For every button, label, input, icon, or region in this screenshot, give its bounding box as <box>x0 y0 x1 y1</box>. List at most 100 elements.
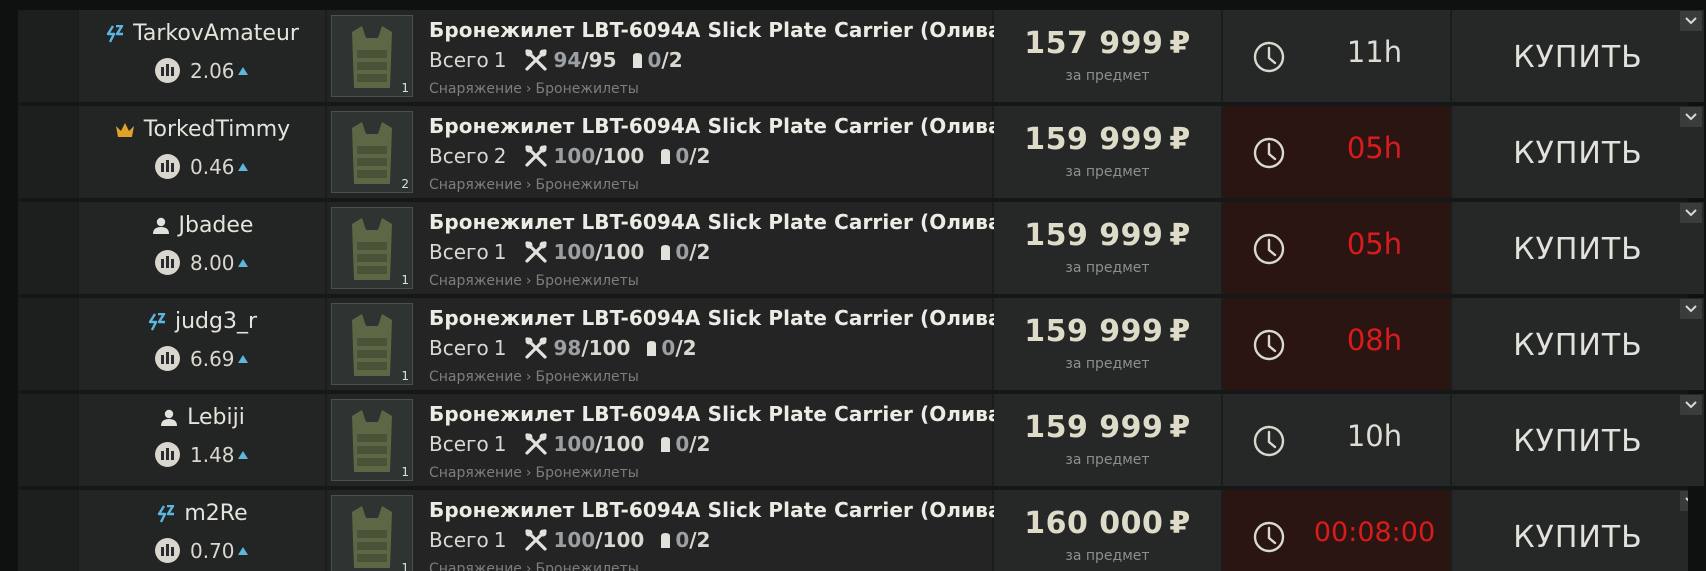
seller-cell[interactable]: judg3_r 6.69 <box>79 298 325 390</box>
expand-button[interactable] <box>1680 395 1702 415</box>
expand-button[interactable] <box>1680 11 1702 31</box>
item-stack-count: 1 <box>401 273 409 287</box>
item-title[interactable]: Бронежилет LBT-6094A Slick Plate Carrier… <box>429 498 1011 522</box>
offer-row[interactable]: judg3_r 6.69 1 Бронежилет LBT-6094A Slic… <box>18 298 1704 390</box>
rating-badge-icon <box>155 538 180 563</box>
buy-button[interactable]: КУПИТЬ <box>1452 298 1704 390</box>
item-cell[interactable]: 1 Бронежилет LBT-6094A Slick Plate Carri… <box>327 202 1011 294</box>
plate-slots-current: 0 <box>675 528 690 552</box>
seller-name[interactable]: TarkovAmateur <box>133 21 299 46</box>
price-amount: 159 999 <box>1024 122 1164 157</box>
item-thumbnail[interactable]: 1 <box>331 15 413 97</box>
plate-carrier-icon <box>352 506 392 568</box>
time-remaining: 00:08:00 <box>1313 517 1436 548</box>
row-spacer <box>18 10 77 102</box>
durability-max: /100 <box>595 528 645 552</box>
item-title[interactable]: Бронежилет LBT-6094A Slick Plate Carrier… <box>429 210 1011 234</box>
chevron-down-icon <box>1685 305 1697 313</box>
item-title[interactable]: Бронежилет LBT-6094A Slick Plate Carrier… <box>429 402 1011 426</box>
person-icon <box>152 217 169 234</box>
time-cell: 05h <box>1223 106 1450 198</box>
item-cell[interactable]: 1 Бронежилет LBT-6094A Slick Plate Carri… <box>327 298 1011 390</box>
seller-rating: 6.69 <box>190 346 235 371</box>
price-amount: 159 999 <box>1024 314 1164 349</box>
up-arrow-icon <box>238 546 248 555</box>
durability-max: /95 <box>581 48 617 72</box>
plate-slots-max: /2 <box>661 48 683 72</box>
buy-button[interactable]: КУПИТЬ <box>1452 10 1704 102</box>
plate-carrier-icon <box>352 122 392 184</box>
item-thumbnail[interactable]: 1 <box>331 399 413 481</box>
chevron-down-icon <box>1685 113 1697 121</box>
item-category-breadcrumb: Снаряжение › Бронежилеты <box>429 273 639 289</box>
crown-icon <box>115 122 134 137</box>
buy-button[interactable]: КУПИТЬ <box>1452 490 1688 571</box>
plate-slots-current: 0 <box>675 432 690 456</box>
price-cell: 157 999 ₽ за предмет <box>994 10 1221 102</box>
expand-button[interactable] <box>1680 299 1702 319</box>
up-arrow-icon <box>238 66 248 75</box>
chevron-down-icon <box>1685 17 1697 25</box>
plate-slots-max: /2 <box>689 144 711 168</box>
item-category-breadcrumb: Снаряжение › Бронежилеты <box>429 561 639 571</box>
seller-rating: 1.48 <box>190 442 235 467</box>
buy-label[interactable]: КУПИТЬ <box>1452 424 1704 459</box>
item-thumbnail[interactable]: 1 <box>331 495 413 571</box>
bolt-icon <box>106 24 124 43</box>
offer-row[interactable]: Jbadee 8.00 1 Бронежилет LBT-6094A Slick… <box>18 202 1704 294</box>
price-per-unit-label: за предмет <box>1065 260 1150 276</box>
buy-label[interactable]: КУПИТЬ <box>1452 136 1704 171</box>
seller-cell[interactable]: m2Re 0.70 <box>79 490 325 571</box>
currency-symbol: ₽ <box>1169 314 1191 349</box>
price-per-unit-label: за предмет <box>1065 548 1150 564</box>
total-value: 1 <box>493 336 507 360</box>
buy-label[interactable]: КУПИТЬ <box>1452 520 1688 555</box>
offer-row[interactable]: m2Re 0.70 1 Бронежилет LBT-6094A Slick P… <box>18 490 1688 571</box>
wrench-icon <box>524 144 548 168</box>
expand-button[interactable] <box>1680 107 1702 127</box>
seller-cell[interactable]: TorkedTimmy 0.46 <box>79 106 325 198</box>
category-label: Снаряжение <box>429 273 522 289</box>
expand-button[interactable] <box>1680 491 1688 511</box>
price-per-unit-label: за предмет <box>1065 164 1150 180</box>
buy-label[interactable]: КУПИТЬ <box>1452 232 1704 267</box>
total-label: Всего <box>429 528 489 552</box>
time-remaining: 10h <box>1346 419 1403 453</box>
item-title[interactable]: Бронежилет LBT-6094A Slick Plate Carrier… <box>429 306 1011 330</box>
item-thumbnail[interactable]: 2 <box>331 111 413 193</box>
item-cell[interactable]: 1 Бронежилет LBT-6094A Slick Plate Carri… <box>327 490 1011 571</box>
total-value: 1 <box>493 48 507 72</box>
seller-name[interactable]: m2Re <box>184 501 247 526</box>
price-cell: 159 999 ₽ за предмет <box>994 298 1221 390</box>
item-cell[interactable]: 2 Бронежилет LBT-6094A Slick Plate Carri… <box>327 106 1011 198</box>
seller-cell[interactable]: Lebiji 1.48 <box>79 394 325 486</box>
seller-cell[interactable]: TarkovAmateur 2.06 <box>79 10 325 102</box>
row-spacer <box>18 298 77 390</box>
offer-row[interactable]: Lebiji 1.48 1 Бронежилет LBT-6094A Slick… <box>18 394 1704 486</box>
price-amount: 157 999 <box>1024 26 1164 61</box>
seller-name[interactable]: TorkedTimmy <box>144 117 290 142</box>
item-cell[interactable]: 1 Бронежилет LBT-6094A Slick Plate Carri… <box>327 394 1011 486</box>
item-cell[interactable]: 1 Бронежилет LBT-6094A Slick Plate Carri… <box>327 10 1011 102</box>
seller-name[interactable]: Lebiji <box>187 405 245 430</box>
buy-button[interactable]: КУПИТЬ <box>1452 106 1704 198</box>
item-thumbnail[interactable]: 1 <box>331 207 413 289</box>
total-value: 1 <box>493 528 507 552</box>
offer-row[interactable]: TarkovAmateur 2.06 1 Бронежилет LBT-6094… <box>18 10 1704 102</box>
buy-button[interactable]: КУПИТЬ <box>1452 202 1704 294</box>
up-arrow-icon <box>238 258 248 267</box>
seller-cell[interactable]: Jbadee 8.00 <box>79 202 325 294</box>
item-title[interactable]: Бронежилет LBT-6094A Slick Plate Carrier… <box>429 18 1011 42</box>
item-thumbnail[interactable]: 1 <box>331 303 413 385</box>
buy-label[interactable]: КУПИТЬ <box>1452 40 1704 75</box>
durability-current: 98 <box>553 336 582 360</box>
buy-button[interactable]: КУПИТЬ <box>1452 394 1704 486</box>
expand-button[interactable] <box>1680 203 1702 223</box>
price-amount: 159 999 <box>1024 218 1164 253</box>
seller-rating: 8.00 <box>190 250 235 275</box>
buy-label[interactable]: КУПИТЬ <box>1452 328 1704 363</box>
item-title[interactable]: Бронежилет LBT-6094A Slick Plate Carrier… <box>429 114 1011 138</box>
seller-name[interactable]: Jbadee <box>179 213 254 238</box>
offer-row[interactable]: TorkedTimmy 0.46 2 Бронежилет LBT-6094A … <box>18 106 1704 198</box>
seller-name[interactable]: judg3_r <box>175 309 257 334</box>
